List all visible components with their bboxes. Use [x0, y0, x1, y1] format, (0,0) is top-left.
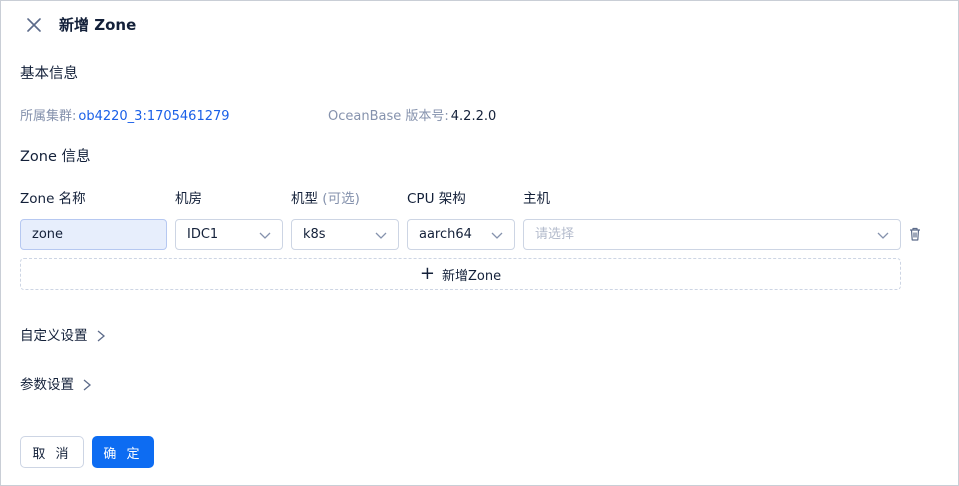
- cpu-arch-select[interactable]: aarch64: [407, 219, 515, 250]
- version-value: 4.2.2.0: [450, 109, 497, 124]
- column-cpu-arch: CPU 架构: [407, 191, 466, 207]
- param-settings-toggle[interactable]: 参数设置: [20, 376, 92, 394]
- host-placeholder: 请选择: [535, 227, 575, 242]
- delete-zone-button[interactable]: [907, 226, 923, 242]
- cluster-row: 所属集群: ob4220_3:1705461279: [20, 108, 230, 126]
- page-title: 新增 Zone: [59, 16, 137, 34]
- chevron-down-icon: [259, 232, 271, 239]
- optional-hint: (可选): [322, 191, 360, 207]
- plus-icon: +: [419, 263, 435, 284]
- machine-type-value: k8s: [303, 227, 326, 242]
- column-machine-type: 机型 (可选): [291, 190, 360, 208]
- idc-value: IDC1: [187, 227, 219, 242]
- machine-type-label: 机型: [291, 191, 318, 207]
- column-zone-name: Zone 名称: [20, 191, 86, 207]
- custom-settings-label: 自定义设置: [20, 328, 88, 344]
- zone-name-value: zone: [32, 227, 64, 242]
- column-idc: 机房: [175, 191, 202, 207]
- close-button[interactable]: [25, 16, 43, 34]
- chevron-right-icon: [83, 379, 92, 391]
- column-host: 主机: [523, 191, 550, 207]
- idc-select[interactable]: IDC1: [175, 219, 283, 250]
- cpu-arch-value: aarch64: [419, 227, 472, 242]
- add-zone-button[interactable]: + 新增Zone: [20, 258, 901, 290]
- zone-info-heading: Zone 信息: [20, 149, 91, 165]
- version-label: OceanBase 版本号:: [328, 109, 449, 124]
- add-zone-label: 新增Zone: [441, 268, 502, 284]
- machine-type-select[interactable]: k8s: [291, 219, 399, 250]
- close-icon: [27, 18, 41, 32]
- cancel-button[interactable]: 取 消: [20, 436, 84, 468]
- host-select[interactable]: 请选择: [523, 219, 901, 250]
- basic-info-heading: 基本信息: [20, 66, 78, 82]
- param-settings-label: 参数设置: [20, 377, 74, 393]
- chevron-right-icon: [97, 330, 105, 342]
- version-row: OceanBase 版本号: 4.2.2.0: [328, 108, 496, 126]
- zone-name-input[interactable]: zone: [20, 219, 167, 250]
- cluster-label: 所属集群:: [20, 109, 77, 124]
- cluster-link[interactable]: ob4220_3:1705461279: [78, 108, 229, 126]
- confirm-button[interactable]: 确 定: [92, 436, 154, 468]
- drawer-panel: 新增 Zone 基本信息 所属集群: ob4220_3:1705461279 O…: [0, 0, 959, 486]
- chevron-down-icon: [877, 232, 889, 239]
- chevron-down-icon: [375, 232, 387, 239]
- trash-icon: [910, 227, 920, 241]
- custom-settings-toggle[interactable]: 自定义设置: [20, 327, 106, 345]
- chevron-down-icon: [491, 232, 503, 239]
